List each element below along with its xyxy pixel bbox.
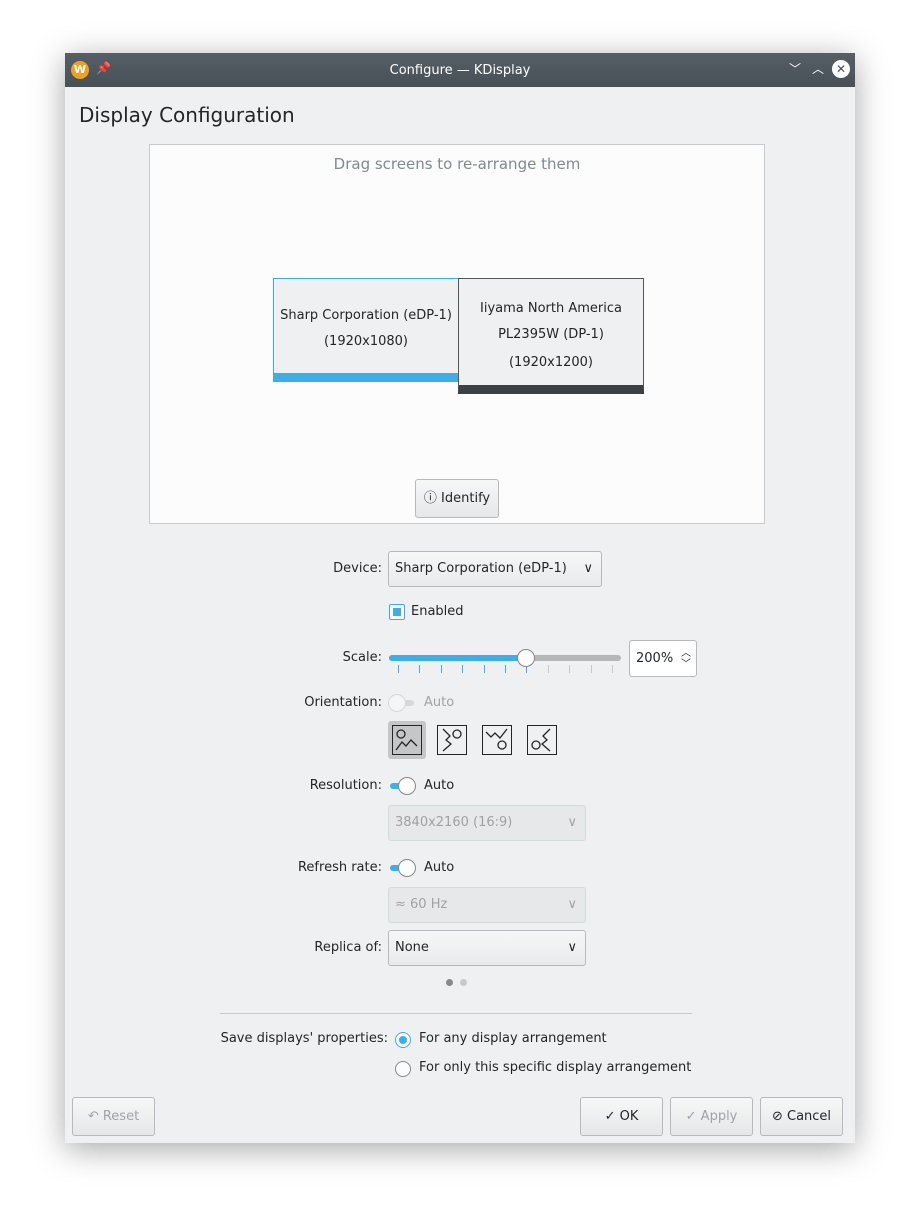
scale-slider[interactable] <box>389 649 621 673</box>
slider-handle[interactable] <box>517 649 536 667</box>
check-icon: ✓ <box>685 1109 697 1124</box>
save-specific-radio[interactable] <box>395 1061 411 1077</box>
resolution-auto-label: Auto <box>424 778 455 793</box>
screen-resolution: (1920x1200) <box>508 355 593 370</box>
chevron-down-icon: ∨ <box>567 897 577 912</box>
screen-model: PL2395W (DP-1) <box>498 327 604 342</box>
orientation-auto-toggle[interactable] <box>388 694 416 712</box>
divider <box>220 1013 692 1014</box>
refresh-auto-toggle[interactable] <box>388 859 416 877</box>
scale-value: 200% <box>636 651 674 666</box>
orientation-auto-label: Auto <box>424 695 455 710</box>
spin-arrows-icon[interactable]: ︿ ﹀ <box>681 641 691 670</box>
screen-arrangement-area[interactable]: Drag screens to re-arrange them Sharp Co… <box>149 144 765 524</box>
refresh-rate-label: Refresh rate: <box>297 860 382 875</box>
device-select[interactable]: Sharp Corporation (eDP-1) ∨ <box>388 551 602 587</box>
cancel-icon: ⊘ <box>771 1109 783 1124</box>
orientation-left-icon[interactable] <box>527 725 557 755</box>
screen-name: Iiyama North America <box>480 301 622 316</box>
slider-tick <box>440 665 442 673</box>
check-icon: ✓ <box>604 1109 616 1124</box>
device-value: Sharp Corporation (eDP-1) <box>395 561 567 576</box>
replica-select[interactable]: None ∨ <box>388 930 586 966</box>
save-any-radio[interactable] <box>395 1032 411 1048</box>
undo-icon: ↶ <box>87 1109 99 1124</box>
enabled-checkbox[interactable] <box>389 604 405 620</box>
replica-label: Replica of: <box>314 940 382 955</box>
apply-label: Apply <box>700 1109 738 1124</box>
orientation-landscape-icon[interactable] <box>392 725 422 755</box>
slider-tick <box>590 665 592 673</box>
page-title: Display Configuration <box>79 103 295 127</box>
close-icon[interactable]: ✕ <box>832 60 850 78</box>
refresh-value: ≈ 60 Hz <box>395 897 448 912</box>
chevron-down-icon: ∨ <box>583 561 593 576</box>
ok-button[interactable]: ✓ OK <box>580 1097 663 1136</box>
slider-tick <box>569 665 571 673</box>
resolution-label: Resolution: <box>309 778 382 793</box>
cancel-label: Cancel <box>787 1109 832 1124</box>
screen-name: Sharp Corporation (eDP-1) <box>280 308 452 323</box>
reset-label: Reset <box>102 1109 140 1124</box>
maximize-icon[interactable]: ︿ <box>812 60 824 77</box>
cancel-button[interactable]: ⊘ Cancel <box>760 1097 843 1136</box>
chevron-down-icon: ∨ <box>567 815 577 830</box>
title-bar: W 📌 Configure — KDisplay ﹀ ︿ ✕ <box>65 53 855 87</box>
save-specific-label: For only this specific display arrangeme… <box>419 1060 692 1075</box>
orientation-right-icon[interactable] <box>437 725 467 755</box>
slider-tick <box>547 665 549 673</box>
slider-tick <box>419 665 421 673</box>
slider-tick <box>612 665 613 673</box>
reset-button[interactable]: ↶ Reset <box>72 1097 155 1136</box>
ok-label: OK <box>619 1109 639 1124</box>
slider-tick <box>505 665 506 673</box>
replica-value: None <box>395 940 429 955</box>
minimize-icon[interactable]: ﹀ <box>789 60 801 77</box>
apply-button[interactable]: ✓ Apply <box>670 1097 753 1136</box>
screen-resolution: (1920x1080) <box>323 334 408 349</box>
resolution-select[interactable]: 3840x2160 (16:9) ∨ <box>388 805 586 841</box>
scale-spinbox[interactable]: 200% ︿ ﹀ <box>629 640 697 677</box>
refresh-auto-label: Auto <box>424 860 455 875</box>
enabled-label: Enabled <box>411 604 464 619</box>
page-indicator-1[interactable] <box>446 979 453 986</box>
configure-window: W 📌 Configure — KDisplay ﹀ ︿ ✕ Display C… <box>65 53 855 1143</box>
save-properties-label: Save displays' properties: <box>220 1031 388 1046</box>
page-indicator-2[interactable] <box>460 979 467 986</box>
screen-sharp[interactable]: Sharp Corporation (eDP-1) (1920x1080) <box>273 278 459 382</box>
chevron-down-icon: ∨ <box>567 940 577 955</box>
device-label: Device: <box>333 561 382 576</box>
refresh-rate-select[interactable]: ≈ 60 Hz ∨ <box>388 887 586 923</box>
identify-label: Identify <box>441 491 491 506</box>
resolution-auto-toggle[interactable] <box>388 777 416 795</box>
resolution-value: 3840x2160 (16:9) <box>395 815 513 830</box>
arrangement-hint: Drag screens to re-arrange them <box>333 155 581 173</box>
screen-iiyama[interactable]: Iiyama North America PL2395W (DP-1) (192… <box>458 278 644 394</box>
slider-tick <box>462 665 464 673</box>
scale-label: Scale: <box>342 650 382 665</box>
window-title: Configure — KDisplay <box>389 62 531 78</box>
slider-tick <box>483 665 485 673</box>
orientation-inverted-icon[interactable] <box>482 725 512 755</box>
info-icon: ⓘ <box>423 491 437 506</box>
orientation-label: Orientation: <box>304 695 382 710</box>
save-any-label: For any display arrangement <box>419 1031 607 1046</box>
identify-button[interactable]: ⓘ Identify <box>415 479 499 518</box>
slider-tick <box>398 665 399 673</box>
